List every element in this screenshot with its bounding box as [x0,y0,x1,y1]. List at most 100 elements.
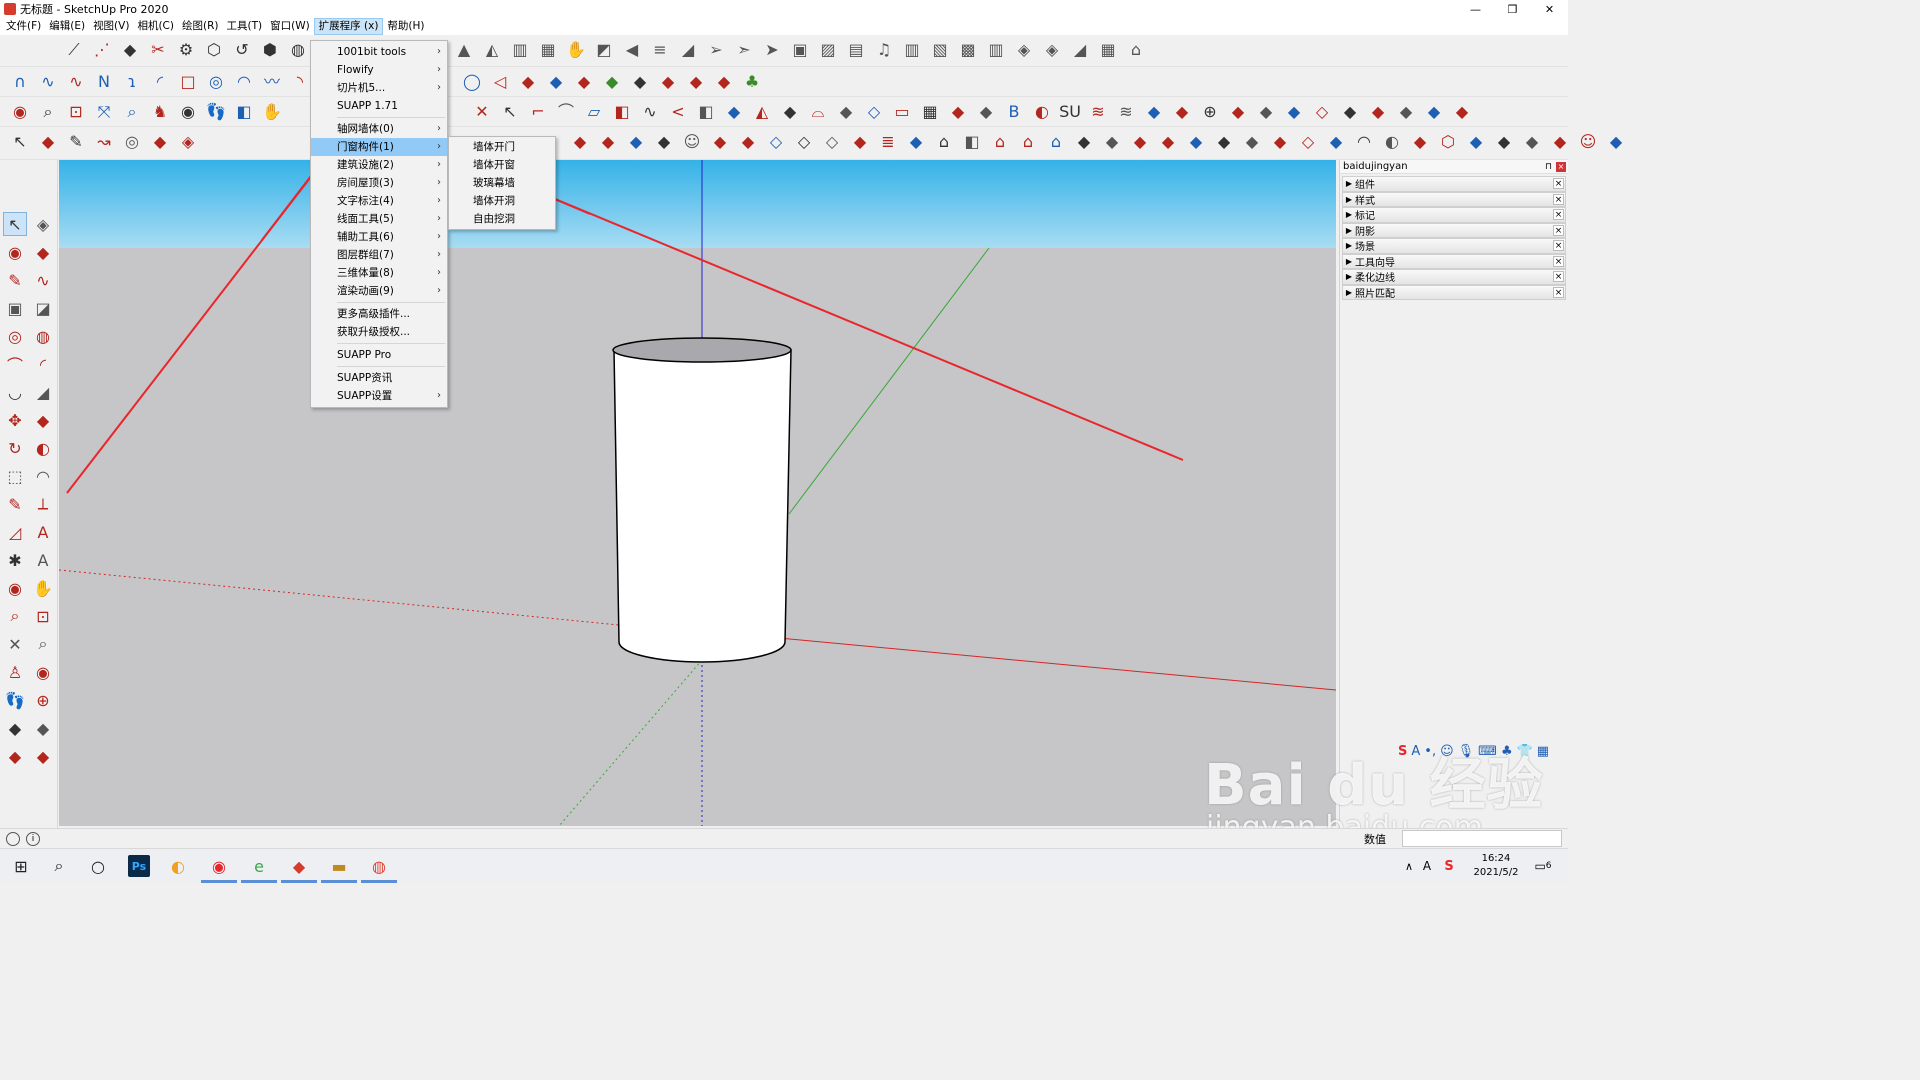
tray-panel-header[interactable]: ▶ 场景 × [1342,238,1566,254]
menu-separator [337,302,445,303]
panel-close-icon[interactable]: × [1553,193,1564,205]
extensions-menu-item[interactable]: 线面工具(5) › [311,210,447,228]
taskbar-clock[interactable]: 16:24 2021/5/2 [1466,852,1526,880]
windows-start-icon[interactable]: ⊞ [10,855,32,877]
tray-panel-header[interactable]: ▶ 组件 × [1342,176,1566,192]
tray-panel-label: 标记 [1355,211,1375,223]
ime-voice-icon[interactable]: 🎙 [1458,744,1475,759]
submenu-chevron-icon: › [437,82,441,93]
ime-emoji-icon[interactable]: ☺ [1440,744,1454,759]
extensions-menu-item[interactable]: 获取升级授权... [311,323,447,341]
ime-menu-icon[interactable]: ▦ [1537,744,1549,759]
geolocation-icon[interactable] [6,831,20,846]
measurements-input[interactable] [1402,830,1562,847]
ime-shirt-icon[interactable]: 👕 [1517,744,1533,759]
extensions-menu-item[interactable]: Flowify › [311,61,447,79]
netease-music-icon[interactable]: ◉ [208,855,230,877]
taskbar-active-indicator [321,880,357,883]
ime-punct-icon[interactable]: •, [1424,744,1436,759]
extensions-menu-item[interactable]: SUAPP Pro [311,346,447,364]
ime-mode-icon[interactable]: A [1411,744,1420,759]
expand-arrow-icon[interactable]: ▶ [1343,241,1355,250]
browser-icon[interactable]: ◐ [167,855,189,877]
tray-panel-header[interactable]: ▶ 样式 × [1342,191,1566,207]
submenu-chevron-icon: › [437,213,441,224]
door-window-menu-item[interactable]: 玻璃幕墙 [449,174,555,192]
panel-close-icon[interactable]: × [1553,240,1564,251]
ie-browser-icon[interactable]: e [248,855,270,877]
extensions-menu-item[interactable]: 三维体量(8) › [311,264,447,282]
sogou-ime-logo[interactable]: S [1398,744,1407,759]
sogou-tray-icon[interactable]: S [1438,855,1460,877]
expand-arrow-icon[interactable]: ▶ [1343,210,1355,219]
toolbar-tool-icon[interactable]: ◆ [1604,132,1628,152]
submenu-chevron-icon: › [437,390,441,401]
tray-close-button[interactable]: × [1556,162,1566,172]
tray-panel-label: 照片匹配 [1355,288,1395,300]
taskbar-active-indicator [201,880,237,883]
extensions-menu-item[interactable]: SUAPP 1.71 [311,97,447,115]
tray-panel-header[interactable]: ▶ 阴影 × [1342,222,1566,238]
panel-close-icon[interactable]: × [1553,178,1564,189]
expand-arrow-icon[interactable]: ▶ [1343,226,1355,235]
task-view-icon[interactable]: ○ [87,855,109,877]
extensions-menu-item[interactable]: 门窗构件(1) › [311,138,447,156]
panel-close-icon[interactable]: × [1553,255,1564,267]
tray-panel-header[interactable]: ▶ 工具向导 × [1342,253,1566,269]
extensions-menu-item[interactable]: 辅助工具(6) › [311,228,447,246]
menu-item-label: 1001bit tools [337,46,407,58]
extensions-menu-item[interactable]: 轴网墙体(0) › [311,120,447,138]
panel-close-icon[interactable]: × [1553,286,1564,298]
extensions-menu-item[interactable]: 图层群组(7) › [311,246,447,264]
menu-item-label: SUAPP设置 [337,390,393,402]
photoshop-icon[interactable]: Ps [128,855,150,877]
expand-arrow-icon[interactable]: ▶ [1343,288,1355,297]
menu-item-label: 获取升级授权... [337,326,411,338]
door-window-menu-item[interactable]: 墙体开门 [449,138,555,156]
door-window-menu-item[interactable]: 墙体开洞 [449,192,555,210]
extensions-menu-item[interactable]: 渲染动画(9) › [311,282,447,300]
expand-arrow-icon[interactable]: ▶ [1343,195,1355,204]
ime-tray-icon[interactable]: A [1416,855,1438,877]
tray-pin-icon[interactable]: ⊓ [1545,160,1552,174]
tray-panel-header[interactable]: ▶ 照片匹配 × [1342,284,1566,300]
expand-arrow-icon[interactable]: ▶ [1343,179,1355,188]
info-icon[interactable]: i [26,831,40,846]
extensions-menu-item[interactable]: 文字标注(4) › [311,192,447,210]
tray-panel-header[interactable]: ▶ 柔化边线 × [1342,269,1566,285]
tray-panels: ▶ 组件 × ▶ 样式 × ▶ 标记 × ▶ 阴影 × ▶ 场景 × ▶ 工具向导 × ▶ 柔化边线 × ▶ 照片匹配 × [1340,176,1568,300]
extensions-menu-item[interactable]: 房间屋顶(3) › [311,174,447,192]
ime-keyboard-icon[interactable]: ⌨ [1478,744,1497,759]
menu-item-label: 切片机5... [337,82,386,94]
notification-count: 6 [1545,861,1552,871]
file-explorer-icon[interactable]: ▬ [328,855,350,877]
menu-item-label: SUAPP Pro [337,349,392,361]
submenu-chevron-icon: › [437,46,441,57]
panel-close-icon[interactable]: × [1553,224,1564,236]
panel-close-icon[interactable]: × [1553,271,1564,282]
extensions-menu-item[interactable]: SUAPP设置 › [311,387,447,405]
ime-skin-icon[interactable]: ♣ [1501,744,1513,759]
expand-arrow-icon[interactable]: ▶ [1343,257,1355,266]
extensions-menu-item[interactable]: 更多高级插件... [311,305,447,323]
expand-arrow-icon[interactable]: ▶ [1343,272,1355,281]
chrome-icon[interactable]: ◍ [368,855,390,877]
panel-close-icon[interactable]: × [1553,209,1564,220]
toolbar-tool-icon[interactable]: ☺ [1576,132,1600,152]
extensions-menu-item[interactable]: 建筑设施(2) › [311,156,447,174]
submenu-chevron-icon: › [437,177,441,188]
extensions-menu-item[interactable]: 1001bit tools › [311,43,447,61]
search-icon[interactable]: ⌕ [48,855,70,877]
tray-panel-header[interactable]: ▶ 标记 × [1342,207,1566,223]
menu-item-label: 图层群组(7) [337,249,394,261]
sketchup-taskbar-icon[interactable]: ◆ [288,855,310,877]
door-window-menu-item[interactable]: 墙体开窗 [449,156,555,174]
extensions-menu-item[interactable]: SUAPP资讯 [311,369,447,387]
submenu-chevron-icon: › [437,231,441,242]
menu-separator [337,343,445,344]
door-window-menu-item[interactable]: 自由挖洞 [449,210,555,228]
notification-center-icon[interactable]: ▭ 6 [1532,855,1554,877]
extensions-menu-item[interactable]: 切片机5... › [311,79,447,97]
tray-panel-label: 工具向导 [1355,257,1395,269]
menu-item-label: 建筑设施(2) [337,159,394,171]
